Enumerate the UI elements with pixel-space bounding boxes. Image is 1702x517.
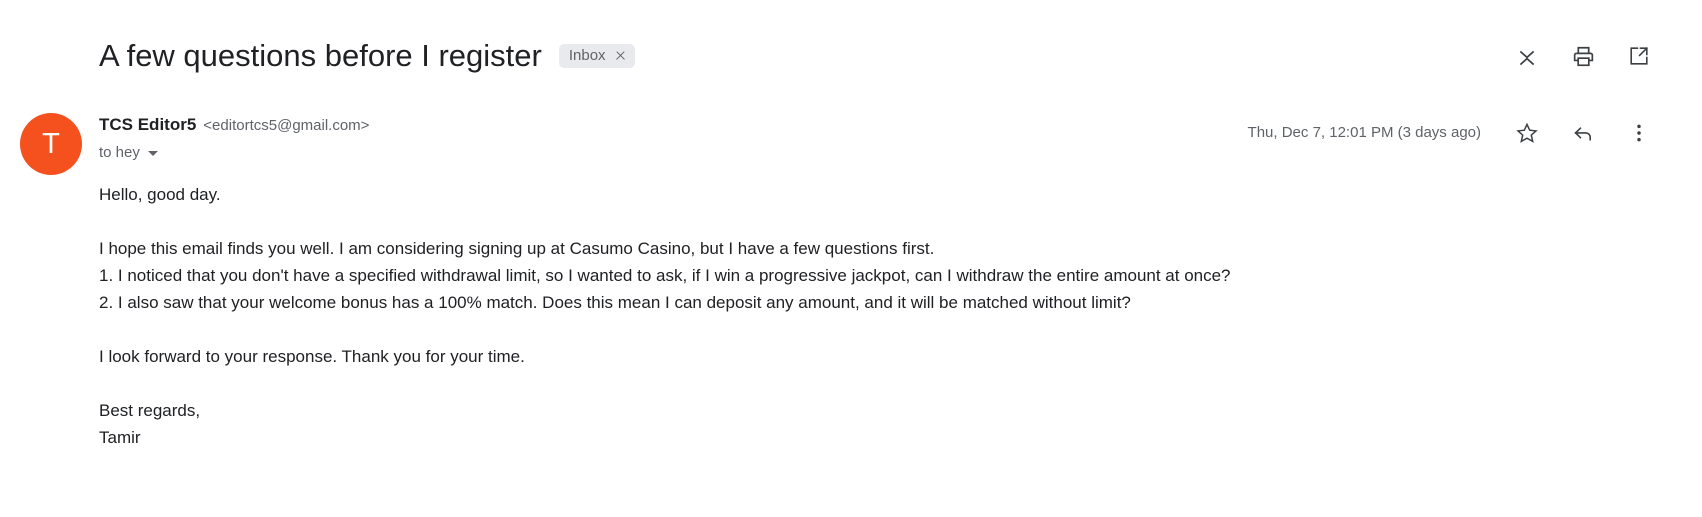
message-body: Hello, good day. I hope this email finds…: [99, 181, 1579, 451]
body-closing: I look forward to your response. Thank y…: [99, 347, 525, 366]
print-button[interactable]: [1568, 41, 1598, 71]
open-in-new-icon: [1627, 44, 1651, 68]
reply-button[interactable]: [1568, 118, 1598, 148]
timestamp: Thu, Dec 7, 12:01 PM (3 days ago): [1247, 124, 1481, 141]
recipient-label: to hey: [99, 144, 140, 161]
sender-name[interactable]: TCS Editor5: [99, 114, 196, 136]
open-in-new-window-button[interactable]: [1624, 41, 1654, 71]
subject-header: A few questions before I register Inbox: [0, 26, 1702, 86]
label-chip-label: Inbox: [568, 47, 606, 64]
message-meta: Thu, Dec 7, 12:01 PM (3 days ago): [1248, 118, 1654, 148]
body-intro: I hope this email finds you well. I am c…: [99, 239, 935, 258]
body-question-1: 1. I noticed that you don't have a speci…: [99, 266, 1231, 285]
page-title: A few questions before I register: [99, 38, 542, 73]
email-thread-view: A few questions before I register Inbox: [0, 0, 1702, 517]
subject-actions: [1512, 41, 1702, 71]
body-signoff: Best regards,: [99, 401, 201, 420]
subject-left-group: A few questions before I register Inbox: [0, 36, 1512, 76]
star-outline-icon: [1515, 121, 1539, 145]
message-header: T TCS Editor5 <editortcs5@gmail.com> to …: [0, 104, 1702, 175]
printer-icon: [1571, 44, 1596, 69]
body-signature: Tamir: [99, 428, 141, 447]
sender-email[interactable]: <editortcs5@gmail.com>: [203, 115, 369, 137]
chevron-down-icon[interactable]: [147, 150, 158, 156]
close-icon[interactable]: [615, 50, 626, 61]
recipient-line[interactable]: to hey: [99, 144, 369, 162]
sender-line: TCS Editor5 <editortcs5@gmail.com>: [99, 114, 369, 137]
label-chip-inbox[interactable]: Inbox: [558, 44, 635, 68]
collapse-all-button[interactable]: [1512, 41, 1542, 71]
avatar[interactable]: T: [20, 113, 82, 175]
collapse-all-icon: [1515, 44, 1539, 68]
reply-arrow-icon: [1571, 121, 1595, 145]
sender-block: TCS Editor5 <editortcs5@gmail.com> to he…: [99, 114, 369, 162]
more-vertical-icon: [1627, 121, 1651, 145]
body-question-2: 2. I also saw that your welcome bonus ha…: [99, 293, 1131, 312]
star-button[interactable]: [1512, 118, 1542, 148]
body-greeting: Hello, good day.: [99, 185, 221, 204]
more-options-button[interactable]: [1624, 118, 1654, 148]
